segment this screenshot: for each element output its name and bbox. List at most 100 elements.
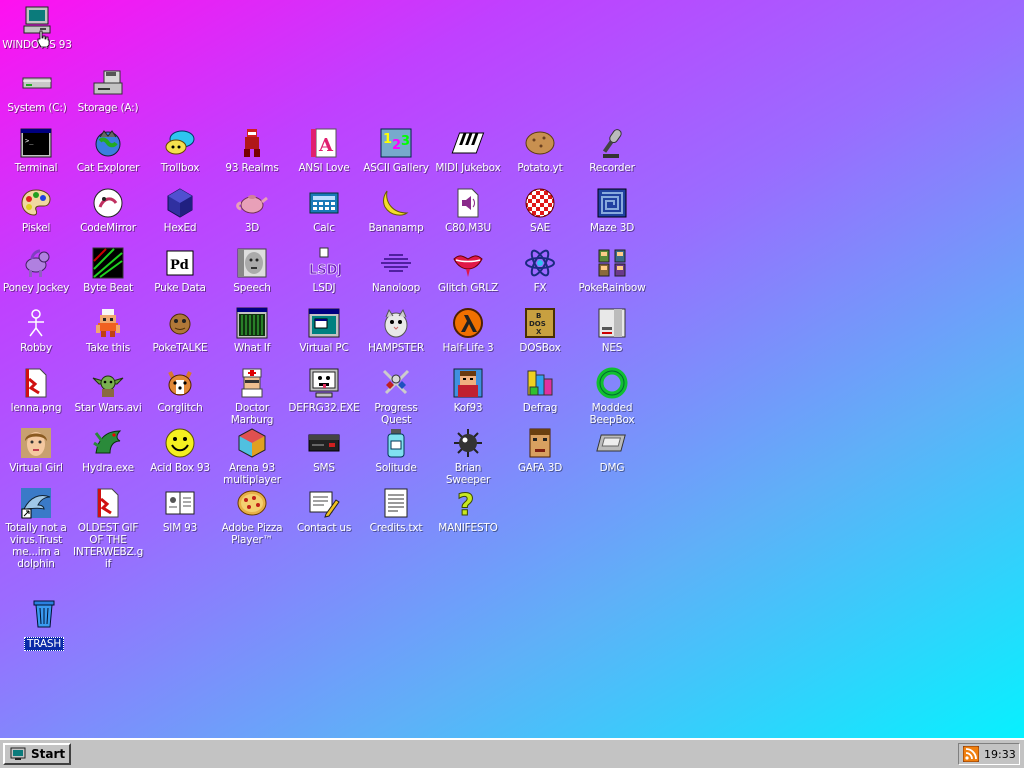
book-icon [163, 486, 197, 520]
start-button[interactable]: Start [3, 743, 71, 765]
desktop-icon-manifesto[interactable]: ? MANIFESTO [432, 486, 504, 535]
desktop-icon-label: FX [533, 282, 547, 294]
window-pc-icon [307, 306, 341, 340]
desktop-icon-calc[interactable]: Calc [288, 186, 360, 234]
wave-icon [379, 246, 413, 280]
desktop-icon-label: Corglitch [157, 402, 203, 414]
desktop-icon-potato-yt[interactable]: Potato.yt [504, 126, 576, 174]
desktop-icon-piskel[interactable]: Piskel [0, 186, 72, 234]
desktop-icon-maze-3d[interactable]: Maze 3D [576, 186, 648, 234]
desktop-icon-poketalke[interactable]: PokeTALKE [144, 306, 216, 354]
desktop-icon-puke-data[interactable]: Pd Puke Data [144, 246, 216, 294]
desktop[interactable]: WINDOWS 93 System (C:) Storage (A:) >_ T… [0, 0, 1024, 738]
desktop-icon-trollbox[interactable]: Trollbox [144, 126, 216, 174]
desktop-icon-half-life-3[interactable]: Half-Life 3 [432, 306, 504, 354]
desktop-icon-sim-93[interactable]: SIM 93 [144, 486, 216, 534]
desktop-icon-label: lenna.png [10, 402, 62, 414]
desktop-icon-defrg32-exe[interactable]: DEFRG32.EXE [288, 366, 360, 414]
desktop-icon-solitude[interactable]: Solitude [360, 426, 432, 474]
svg-text:>_: >_ [25, 137, 34, 145]
svg-text:B: B [536, 312, 541, 320]
desktop-icon-label: PokeTALKE [152, 342, 208, 354]
desktop-icon-label: NES [601, 342, 623, 354]
desktop-icon-dosbox[interactable]: B DOS X DOSBox [504, 306, 576, 354]
desktop-icon-cat-explorer[interactable]: Cat Explorer [72, 126, 144, 174]
desktop-icon-virtual-girl[interactable]: Virtual Girl [0, 426, 72, 474]
rss-icon[interactable] [963, 746, 979, 762]
desktop-icon-bananamp[interactable]: Bananamp [360, 186, 432, 234]
desktop-icon-label: Adobe Pizza Player™ [221, 522, 283, 546]
desktop-icon-fx[interactable]: FX [504, 246, 576, 294]
desktop-icon-label: DEFRG32.EXE [288, 402, 360, 414]
desktop-icon-label: Maze 3D [589, 222, 635, 234]
desktop-icon-nes[interactable]: NES [576, 306, 648, 354]
desktop-icon-credits-txt[interactable]: Credits.txt [360, 486, 432, 534]
desktop-icon-hydra-exe[interactable]: Hydra.exe [72, 426, 144, 474]
desktop-icon-what-if[interactable]: What If [216, 306, 288, 354]
desktop-icon-system-c[interactable]: System (C:) [1, 66, 73, 114]
desktop-icon-nanoloop[interactable]: Nanoloop [360, 246, 432, 294]
mine-icon [451, 426, 485, 460]
desktop-icon-terminal[interactable]: >_ Terminal [0, 126, 72, 174]
desktop-icon-byte-beat[interactable]: Byte Beat [72, 246, 144, 294]
desktop-icon-glitch-grlz[interactable]: Glitch GRLZ [432, 246, 504, 294]
desktop-icon-hampster[interactable]: HAMPSTER [360, 306, 432, 354]
desktop-icon-sms[interactable]: SMS [288, 426, 360, 474]
desktop-icon-3d[interactable]: 3D [216, 186, 288, 234]
bytebeat-icon [91, 246, 125, 280]
desktop-icon-doctor-marburg[interactable]: Doctor Marburg [216, 366, 288, 426]
taskbar-clock: 19:33 [984, 747, 1016, 761]
desktop-icon-adobe-pizza-player[interactable]: Adobe Pizza Player™ [216, 486, 288, 546]
desktop-icon-lenna-png[interactable]: lenna.png [0, 366, 72, 414]
desktop-icon-trash[interactable]: TRASH [8, 596, 80, 651]
desktop-icon-ansi-love[interactable]: A ANSI Love [288, 126, 360, 174]
desktop-icon-midi-jukebox[interactable]: MIDI Jukebox [432, 126, 504, 174]
svg-text:X: X [536, 328, 542, 336]
desktop-icon-label: PokeRainbow [578, 282, 646, 294]
desktop-icon-speech[interactable]: Speech [216, 246, 288, 294]
hamster-icon [379, 306, 413, 340]
desktop-icon-contact-us[interactable]: Contact us [288, 486, 360, 534]
desktop-icon-dolphin[interactable]: Totally not a virus.Trust me...im a dolp… [0, 486, 72, 570]
desktop-icon-robby[interactable]: Robby [0, 306, 72, 354]
desktop-icon-progress-quest[interactable]: Progress Quest [360, 366, 432, 426]
desktop-icon-hexed[interactable]: HexEd [144, 186, 216, 234]
drive-icon [20, 66, 54, 100]
desktop-icon-pokerainbow[interactable]: PokeRainbow [576, 246, 648, 294]
desktop-icon-lsdj[interactable]: LSDJ LSDJ [288, 246, 360, 294]
desktop-icon-modded-beepbox[interactable]: Modded BeepBox [576, 366, 648, 426]
desktop-icon-label: Star Wars.avi [74, 402, 142, 414]
desktop-icon-corglitch[interactable]: Corglitch [144, 366, 216, 414]
ansi-letter-icon: A [307, 126, 341, 160]
terminal-icon: >_ [19, 126, 53, 160]
desktop-icon-poney-jockey[interactable]: Poney Jockey [0, 246, 72, 294]
desktop-icon-label: GAFA 3D [517, 462, 563, 474]
desktop-icon-kof93[interactable]: Kof93 [432, 366, 504, 414]
desktop-icon-acid-box-93[interactable]: Acid Box 93 [144, 426, 216, 474]
desktop-icon-dmg[interactable]: DMG [576, 426, 648, 474]
desktop-icon-take-this[interactable]: Take this [72, 306, 144, 354]
desktop-icon-arena-93[interactable]: Arena 93 multiplayer [216, 426, 288, 486]
desktop-icon-star-wars-avi[interactable]: Star Wars.avi [72, 366, 144, 414]
desktop-icon-storage-a[interactable]: Storage (A:) [72, 66, 144, 114]
desktop-icon-sae[interactable]: SAE [504, 186, 576, 234]
teapot-icon [235, 186, 269, 220]
desktop-icon-label: Speech [233, 282, 271, 294]
desktop-icon-label: Modded BeepBox [589, 402, 635, 426]
desktop-icon-label: Byte Beat [83, 282, 133, 294]
yoda-icon [91, 366, 125, 400]
desktop-icon-defrag[interactable]: Defrag [504, 366, 576, 414]
desktop-icon-c80-m3u[interactable]: C80.M3U [432, 186, 504, 234]
desktop-icon-virtual-pc[interactable]: Virtual PC [288, 306, 360, 354]
jar-icon [379, 426, 413, 460]
svg-text:2: 2 [392, 138, 401, 153]
hand-cursor-icon [37, 30, 50, 48]
desktop-icon-ascii-gallery[interactable]: 123 ASCII Gallery [360, 126, 432, 174]
desktop-icon-93-realms[interactable]: 93 Realms [216, 126, 288, 174]
desktop-icon-oldest-gif[interactable]: OLDEST GIF OF THE INTERWEBZ.gif [72, 486, 144, 570]
desktop-icon-gafa-3d[interactable]: GAFA 3D [504, 426, 576, 474]
pd-icon: Pd [163, 246, 197, 280]
desktop-icon-brian-sweeper[interactable]: Brian Sweeper [432, 426, 504, 486]
desktop-icon-recorder[interactable]: Recorder [576, 126, 648, 174]
desktop-icon-codemirror[interactable]: CodeMirror [72, 186, 144, 234]
